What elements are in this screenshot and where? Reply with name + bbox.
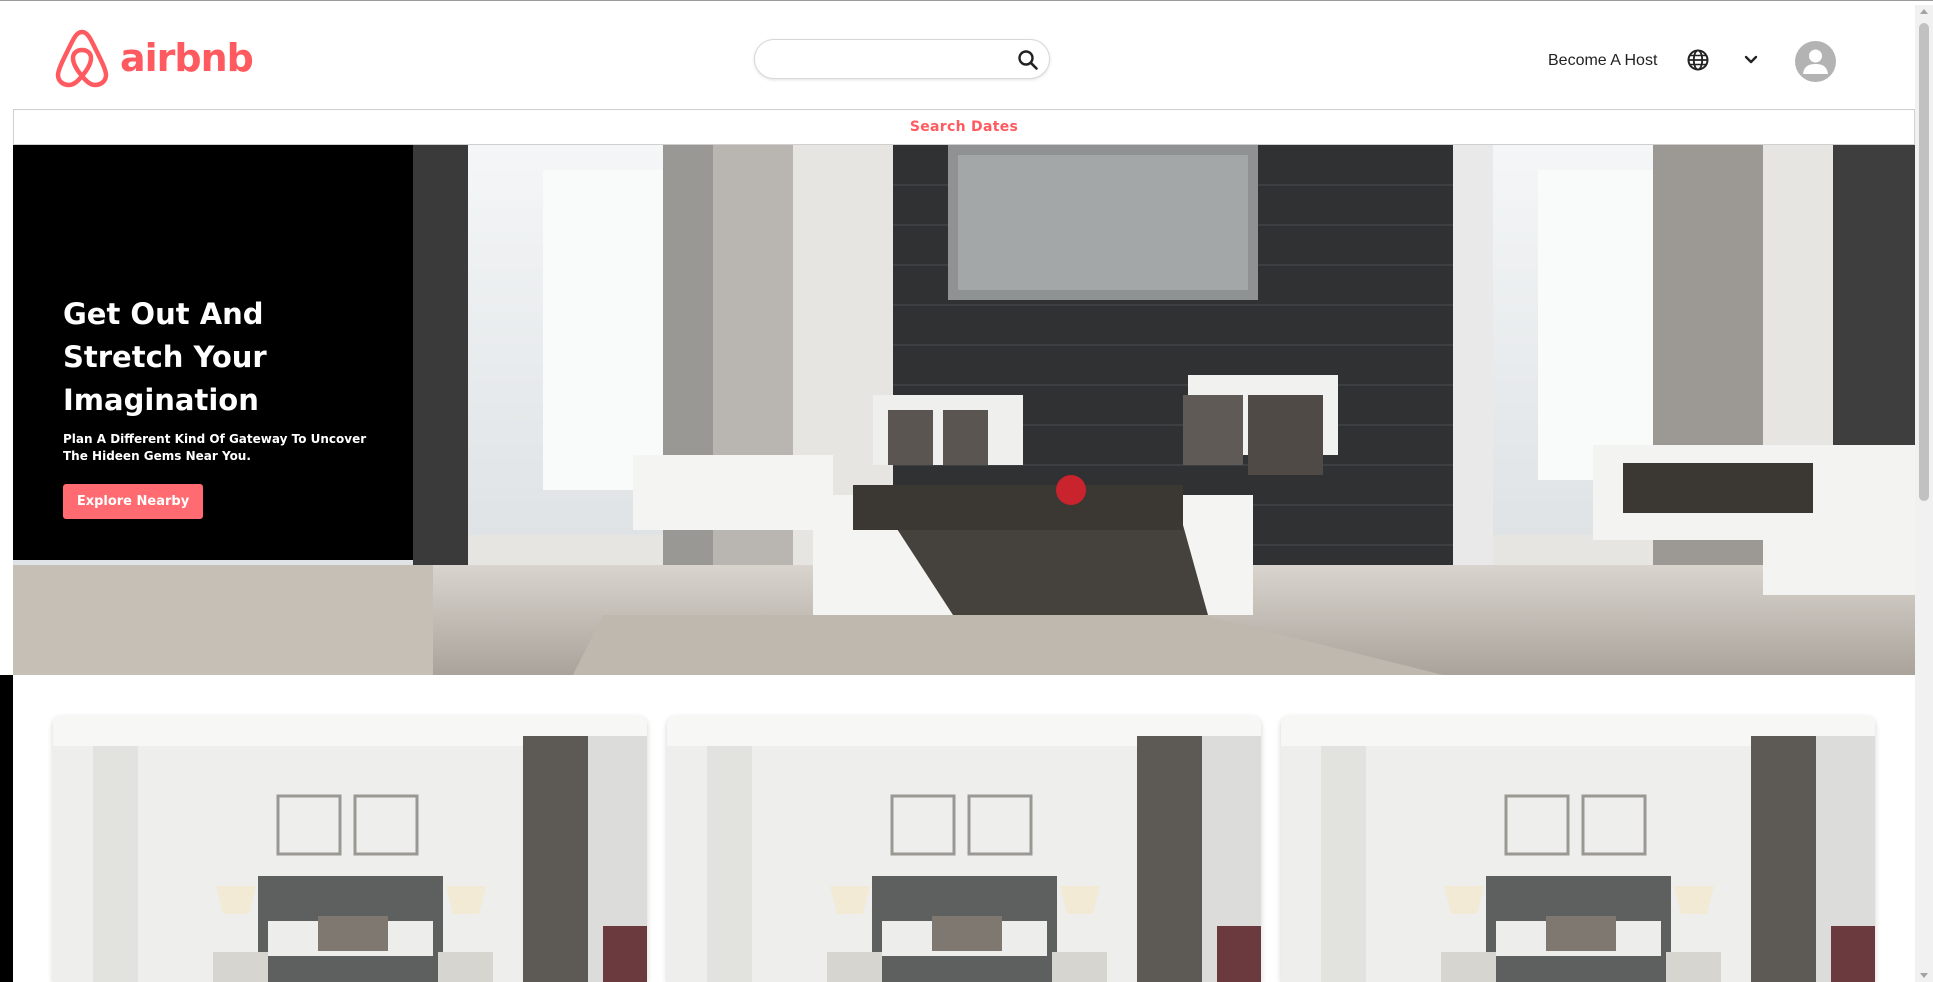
become-host-link[interactable]: Become A Host xyxy=(1548,52,1657,70)
scroll-thumb[interactable] xyxy=(1919,23,1929,501)
scroll-down-arrow-icon[interactable] xyxy=(1920,973,1928,978)
hero-banner: Get Out And Stretch Your Imagination Pla… xyxy=(13,145,1915,675)
site-header: airbnb Become A Host xyxy=(0,5,1913,109)
user-avatar[interactable] xyxy=(1795,41,1836,82)
airbnb-logo-icon xyxy=(55,29,109,88)
brand-name: airbnb xyxy=(120,36,254,80)
listing-card-image xyxy=(1281,716,1875,982)
user-avatar-icon xyxy=(1803,49,1828,74)
hero-promo-card: Get Out And Stretch Your Imagination Pla… xyxy=(13,145,413,560)
search-dates-label: Search Dates xyxy=(909,119,1019,135)
listing-card[interactable] xyxy=(1281,716,1875,982)
left-edge-strip xyxy=(0,675,13,982)
chevron-down-icon[interactable] xyxy=(1742,51,1760,69)
search-dates-bar[interactable]: Search Dates xyxy=(13,109,1915,145)
explore-nearby-button[interactable]: Explore Nearby xyxy=(63,484,203,519)
search-bar[interactable] xyxy=(754,39,1050,79)
listing-card-image xyxy=(53,716,647,982)
hero-title: Get Out And Stretch Your Imagination xyxy=(63,297,267,417)
globe-icon[interactable] xyxy=(1686,48,1710,72)
scroll-up-arrow-icon[interactable] xyxy=(1920,9,1928,14)
hero-subtitle: Plan A Different Kind Of Gateway To Unco… xyxy=(63,432,367,463)
listing-card-image xyxy=(667,716,1261,982)
search-input[interactable] xyxy=(765,46,1005,72)
search-icon[interactable] xyxy=(1017,49,1039,71)
listing-card[interactable] xyxy=(53,716,647,982)
listing-card[interactable] xyxy=(667,716,1261,982)
page-scrollbar[interactable] xyxy=(1915,5,1933,982)
brand-logo[interactable]: airbnb xyxy=(54,28,254,88)
listing-cards xyxy=(53,716,1879,982)
